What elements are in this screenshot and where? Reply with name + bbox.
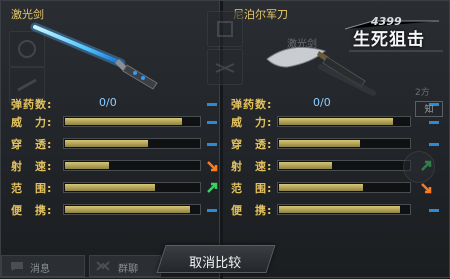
ammo-value: 0/0 (99, 96, 117, 109)
logo-title: 生死狙击 (353, 30, 425, 50)
stat-row-penetration: 穿 透: (231, 136, 421, 151)
down-arrow-icon (421, 183, 432, 194)
stat-label: 射 速: (231, 160, 273, 173)
up-arrow-icon (207, 182, 218, 193)
stat-label: 威 力: (11, 116, 53, 129)
stat-row-power: 威 力: (231, 114, 421, 129)
down-arrow-icon (207, 161, 218, 172)
stat-bar-fill (279, 162, 332, 169)
cancel-compare-label: 取消比较 (189, 256, 242, 271)
stat-row-ammo: 弹药数: 0/0 (11, 96, 219, 111)
stat-bar (277, 182, 411, 193)
stat-label: 穿 透: (231, 138, 273, 151)
stat-label: 射 速: (11, 160, 53, 173)
stat-row-power: 威 力: (11, 114, 219, 129)
stat-row-penetration: 穿 透: (11, 136, 219, 151)
compare-window: 激光剑 弹药数: 0/0 威 力: 穿 透: 射 速: 范 围: 便 携: 尼泊… (0, 0, 450, 279)
left-weapon-panel: 激光剑 弹药数: 0/0 威 力: 穿 透: 射 速: 范 围: 便 携: (1, 1, 219, 279)
stat-bar-fill (65, 184, 155, 191)
slot-icon (207, 49, 243, 85)
group-chat-icon (96, 261, 110, 271)
stat-bar (63, 204, 201, 215)
slot-icon (207, 11, 243, 47)
stat-bar (277, 138, 411, 149)
stat-row-firerate: 射 速: (231, 158, 421, 173)
equal-indicator (205, 98, 219, 110)
ammo-value: 0/0 (313, 96, 331, 109)
stat-row-firerate: 射 速: (11, 158, 219, 173)
stat-bar-fill (65, 162, 109, 169)
stat-bar (63, 182, 201, 193)
laser-sword-image (30, 22, 158, 90)
stat-bar-fill (65, 140, 148, 147)
stat-row-range: 范 围: (231, 180, 421, 195)
stat-bar (277, 160, 411, 171)
equal-indicator (205, 204, 219, 216)
cancel-compare-button[interactable]: 取消比较 (156, 245, 276, 273)
right-weapon-panel: 尼泊尔军刀 激光剑 4399 生死狙击 弹药数: 0/0 威 力: 穿 透: 射… (207, 1, 450, 279)
stat-bar (277, 204, 411, 215)
message-icon (11, 262, 23, 271)
stat-bar-fill (279, 206, 401, 213)
stat-bar-fill (279, 184, 364, 191)
stat-label: 范 围: (231, 182, 273, 195)
stat-row-ammo: 弹药数: 0/0 (231, 96, 421, 111)
stat-bar (63, 138, 201, 149)
stat-label: 便 携: (231, 204, 273, 217)
stat-bar (63, 116, 201, 127)
tab-label: 群聊 (118, 264, 138, 275)
side-label: 2方 (415, 88, 430, 98)
stat-label: 范 围: (11, 182, 53, 195)
stat-label: 弹药数: (11, 98, 53, 111)
equal-indicator (205, 116, 219, 128)
side-circle-button[interactable] (403, 151, 435, 183)
stat-bar (277, 116, 411, 127)
equal-indicator (205, 138, 219, 150)
stat-bar-fill (65, 206, 191, 213)
stat-label: 威 力: (231, 116, 273, 129)
equal-indicator (427, 138, 441, 150)
side-button[interactable]: 知 (415, 101, 443, 117)
stat-label: 便 携: (11, 204, 53, 217)
stat-bar (63, 160, 201, 171)
stat-row-range: 范 围: (11, 180, 219, 195)
stat-label: 穿 透: (11, 138, 53, 151)
equal-indicator (427, 204, 441, 216)
stat-label: 弹药数: (231, 98, 273, 111)
stat-bar-fill (65, 118, 182, 125)
stat-row-portability: 便 携: (231, 202, 421, 217)
equal-indicator (427, 116, 441, 128)
stat-bar-fill (279, 118, 393, 125)
tab-label: 消息 (30, 264, 50, 275)
stat-bar-fill (279, 140, 360, 147)
stat-row-portability: 便 携: (11, 202, 219, 217)
